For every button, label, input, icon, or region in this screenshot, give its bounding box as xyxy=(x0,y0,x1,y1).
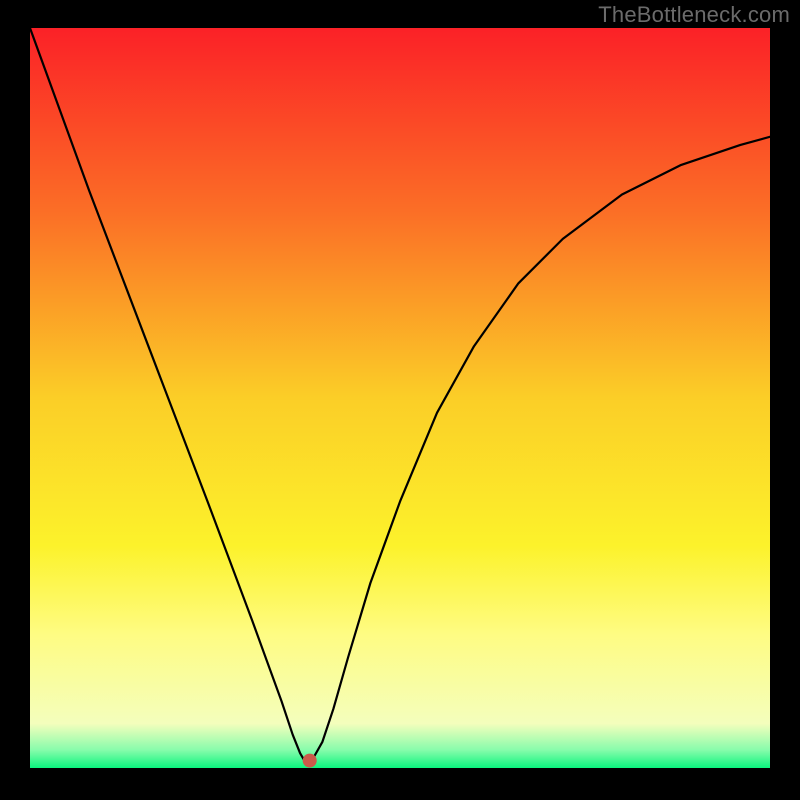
chart-svg xyxy=(30,28,770,768)
chart-frame: TheBottleneck.com xyxy=(0,0,800,800)
plot-area xyxy=(30,28,770,768)
gradient-background xyxy=(30,28,770,768)
optimal-point-marker xyxy=(303,754,317,768)
watermark-text: TheBottleneck.com xyxy=(598,2,790,28)
